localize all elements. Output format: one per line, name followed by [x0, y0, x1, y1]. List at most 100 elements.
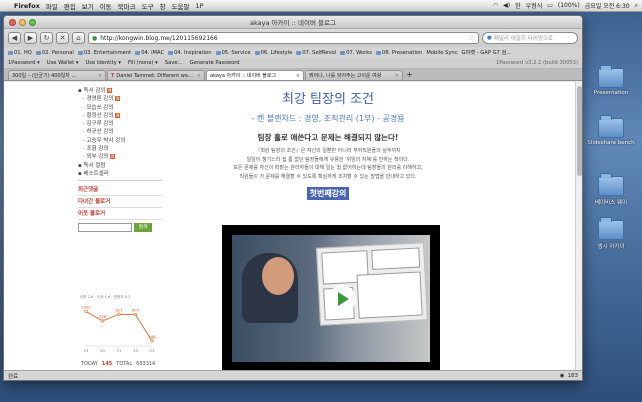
category-item[interactable]: · 황정선 강의 N — [78, 111, 162, 119]
browser-tab[interactable]: 뛰어나, 나를 잊어주는 고이운 여왕 × — [305, 70, 403, 80]
close-tab-icon[interactable]: × — [395, 73, 399, 79]
menubar-item-edit[interactable]: 편집 — [64, 1, 76, 11]
menubar-item-bookmarks[interactable]: 북마크 — [118, 1, 136, 11]
back-button[interactable]: ◀ — [8, 32, 21, 44]
data-point — [133, 313, 138, 317]
blog-sidebar: ▪ 독서 감의 N · 경영론 강의 N · 모습쓰 강의 · 황정선 강의 N · 김… — [78, 86, 162, 367]
spotlight-icon[interactable]: ⌕ — [635, 2, 638, 10]
tab-title: Daniel Tammet: Different way... — [116, 72, 195, 79]
url-bar[interactable]: ● http://kongwin.blog.me/120115692166 ☆ — [88, 32, 479, 44]
menubar-item-view[interactable]: 보기 — [82, 1, 94, 11]
desktop-folder[interactable]: 생시 아카이 — [580, 217, 642, 250]
bookmark-folder[interactable]: 04. iMAC — [135, 50, 164, 56]
category-item[interactable]: ▪ 베스트셀러 — [78, 169, 162, 177]
desktop-folder[interactable]: Slideshare bench — [580, 115, 642, 146]
menubar-app-name[interactable]: Firefox — [14, 2, 40, 10]
wifi-icon[interactable]: ◠ — [493, 2, 498, 9]
bookmark-star-icon[interactable]: ☆ — [469, 34, 475, 42]
reload-button[interactable]: ↻ — [40, 32, 53, 44]
use-wallet-menu[interactable]: Use Wallet ▾ — [47, 60, 79, 66]
home-button[interactable]: ⌂ — [72, 32, 85, 44]
desktop-folder[interactable]: 베이비스 웨이 — [580, 173, 642, 206]
bookmark-folder[interactable]: 03. Entertainment — [77, 50, 131, 56]
data-label: 726 — [99, 314, 107, 319]
menubar-lang[interactable]: 한 — [515, 1, 521, 10]
lecture-label: 첫번째강의 — [306, 187, 350, 201]
search-placeholder: 패밀리 여밀히 타이밍으로 — [493, 36, 553, 42]
bookmark-folder[interactable]: Mobile Sync — [426, 50, 457, 56]
battery-icon[interactable]: ▭ — [547, 2, 553, 9]
scrollbar-thumb[interactable] — [577, 86, 582, 176]
menubar-clock[interactable]: 금요일 오전 6:30 — [585, 1, 630, 10]
save-button[interactable]: Save... — [165, 60, 183, 66]
vertical-scrollbar[interactable] — [575, 82, 582, 370]
bookmark-folder[interactable]: 05. Service — [215, 50, 251, 56]
video-thumbnail — [232, 235, 430, 362]
category-item[interactable]: ▪ 독서 감의 N — [78, 86, 162, 94]
browser-tab[interactable]: 300일 – (인균기) 400일차 ... × — [8, 70, 106, 80]
menubar-item-1p[interactable]: 1P — [196, 2, 204, 10]
fill-menu[interactable]: Fill (none) ▾ — [128, 60, 158, 66]
category-item[interactable]: · 고승우 박사 강의 — [78, 136, 162, 144]
post-body-line: 『최강 팀장의 조건』은 자신의 일뿐만 아니라 부하직원들의 실무까지 — [255, 148, 401, 154]
tab-title: 300일 – (인균기) 400일차 ... — [12, 73, 77, 79]
bookmark-folder[interactable]: 06. Lifestyle — [254, 50, 292, 56]
mac-menubar: Firefox 파일 편집 보기 이동 북마크 도구 창 도움말 1P ◠ ◀)… — [0, 0, 642, 12]
bookmark-link[interactable]: G마켓 - GAP G7 검... — [462, 49, 512, 56]
recent-comments-heading[interactable]: 최근댓글 — [78, 184, 162, 197]
desktop-folder-label: Presentation — [593, 90, 629, 96]
category-item[interactable]: · 조형 강의 — [78, 144, 162, 152]
category-item[interactable]: ▪ 독서 컬럼 — [78, 161, 162, 169]
bookmark-folder[interactable]: 08. Presenation — [375, 50, 422, 56]
browser-tab-active[interactable]: akaya 아카이 :: 네이버 블로그 × — [206, 70, 304, 80]
navigation-toolbar: ◀ ▶ ↻ ✕ ⌂ ● http://kongwin.blog.me/12011… — [4, 29, 582, 47]
menubar-item-window[interactable]: 창 — [160, 1, 166, 11]
category-item[interactable]: · 모습쓰 강의 — [78, 103, 162, 111]
bookmark-folder[interactable]: 01. HQ — [8, 50, 32, 56]
url-text: http://kongwin.blog.me/120115692166 — [100, 34, 218, 42]
1password-toolbar: 1Password ▾ Use Wallet ▾ Use Identity ▾ … — [4, 58, 582, 69]
neighbor-bloggers-heading[interactable]: 이웃 블로거 — [78, 208, 162, 221]
search-engine-icon[interactable]: ● — [487, 35, 492, 41]
category-item[interactable]: · 경영론 강의 N — [78, 94, 162, 102]
play-button-icon[interactable] — [328, 285, 356, 313]
close-tab-icon[interactable]: × — [197, 73, 201, 79]
generate-password-button[interactable]: Generate Password — [189, 60, 239, 66]
visited-bloggers-heading[interactable]: 다녀간 블로거 — [78, 196, 162, 209]
menubar-item-file[interactable]: 파일 — [46, 1, 58, 11]
bookmark-folder[interactable]: 04. Inspiration — [168, 50, 212, 56]
menubar-item-help[interactable]: 도움말 — [172, 1, 190, 11]
stop-button[interactable]: ✕ — [56, 32, 69, 44]
tab-title: akaya 아카이 :: 네이버 블로그 — [210, 73, 277, 79]
use-identity-menu[interactable]: Use Identity ▾ — [85, 60, 120, 66]
menubar-user[interactable]: 우형식 — [526, 1, 543, 10]
menubar-item-go[interactable]: 이동 — [100, 1, 112, 11]
bookmark-folder[interactable]: 07. SelfRevol — [296, 50, 336, 56]
data-label: 148 — [148, 334, 156, 339]
browser-tab[interactable]: T Daniel Tammet: Different way... × — [107, 70, 205, 80]
bookmark-folder[interactable]: 02. Personal — [35, 50, 74, 56]
forward-button[interactable]: ▶ — [24, 32, 37, 44]
desktop-folder[interactable]: Presentation — [580, 65, 642, 96]
1password-menu[interactable]: 1Password ▾ — [8, 60, 40, 66]
category-label: 김구루 강의 — [86, 121, 114, 128]
category-item[interactable]: · 김구루 강의 — [78, 119, 162, 127]
category-item[interactable]: · 외부 강의 N — [78, 152, 162, 160]
category-item[interactable]: · 허규선 강의 — [78, 127, 162, 135]
volume-icon[interactable]: ◀) — [503, 2, 510, 9]
visitor-counter: TODAY 145 TOTAL 683314 — [81, 361, 155, 367]
status-addon-icon[interactable]: ◉ — [560, 373, 565, 379]
close-tab-icon[interactable]: × — [296, 73, 300, 79]
menubar-item-tools[interactable]: 도구 — [142, 1, 154, 11]
bookmark-folder[interactable]: 07. Works — [340, 50, 372, 56]
blogger-search-button[interactable]: 검색 — [134, 223, 152, 233]
close-tab-icon[interactable]: × — [98, 73, 102, 79]
new-tab-button[interactable]: + — [404, 70, 415, 80]
window-titlebar[interactable]: akaya 아카이 :: 네이버 블로그 — [4, 16, 582, 29]
blogger-search-input[interactable] — [78, 223, 132, 233]
visitor-chart: 이웃 2.8 · 신규 1.6 · 방문자 0.2 1002 19 726 20 917 2… — [80, 294, 156, 353]
search-input[interactable]: ● 패밀리 여밀히 타이밍으로 — [482, 32, 578, 44]
status-text: 완료 — [8, 374, 19, 380]
data-label: 917 — [115, 307, 123, 312]
video-player[interactable] — [222, 225, 440, 370]
